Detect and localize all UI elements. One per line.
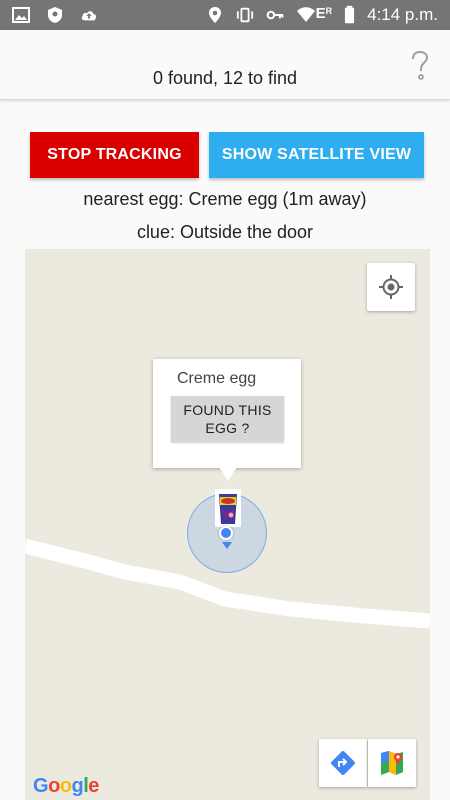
creme-egg-icon xyxy=(215,489,241,527)
image-icon xyxy=(12,7,30,23)
found-this-egg-button[interactable]: FOUND THIS EGG ? xyxy=(171,396,284,442)
help-icon[interactable] xyxy=(410,50,430,82)
my-location-icon xyxy=(379,275,403,299)
battery-icon xyxy=(345,5,355,24)
map-toolbar xyxy=(319,739,416,787)
open-in-google-maps-button[interactable] xyxy=(368,739,416,787)
google-logo-letter: G xyxy=(33,775,49,797)
upload-icon xyxy=(81,11,97,21)
status-bar: ER 4:14 p.m. xyxy=(0,0,450,30)
nearest-egg-text: nearest egg: Creme egg (1m away) xyxy=(83,189,367,209)
network-type: E xyxy=(315,5,326,22)
google-logo: Google xyxy=(33,775,99,798)
directions-icon xyxy=(331,751,355,775)
egg-info-window: Creme egg FOUND THIS EGG ? xyxy=(153,359,301,468)
heading-arrow xyxy=(222,542,232,549)
status-time: 4:14 p.m. xyxy=(367,5,438,24)
google-maps-icon xyxy=(381,751,403,775)
clue-text: clue: Outside the door xyxy=(136,222,314,242)
shield-icon xyxy=(48,7,62,23)
location-icon xyxy=(208,7,221,23)
my-location-button[interactable] xyxy=(367,263,415,311)
network-roaming: R xyxy=(325,6,333,16)
info-window-title: Creme egg xyxy=(177,370,257,387)
wifi-icon xyxy=(296,7,315,22)
google-logo-letter: o xyxy=(59,775,72,797)
egg-marker[interactable] xyxy=(214,488,242,528)
progress-title: 0 found, 12 to find xyxy=(152,68,298,88)
wifi-signal: ER xyxy=(296,5,333,24)
google-logo-letter: o xyxy=(48,775,60,797)
current-location-dot xyxy=(219,526,233,540)
directions-button[interactable] xyxy=(319,739,367,787)
app-header: 0 found, 12 to find xyxy=(0,30,450,100)
info-window-pointer xyxy=(219,467,237,481)
google-logo-letter: g xyxy=(71,775,84,797)
stop-tracking-button[interactable]: STOP TRACKING xyxy=(30,132,199,178)
vibrate-icon xyxy=(236,7,253,23)
map-view[interactable]: Creme egg FOUND THIS EGG ? Google xyxy=(25,249,430,800)
show-satellite-view-button[interactable]: SHOW SATELLITE VIEW xyxy=(209,132,424,178)
key-icon xyxy=(266,10,283,20)
google-logo-letter: e xyxy=(88,775,99,797)
